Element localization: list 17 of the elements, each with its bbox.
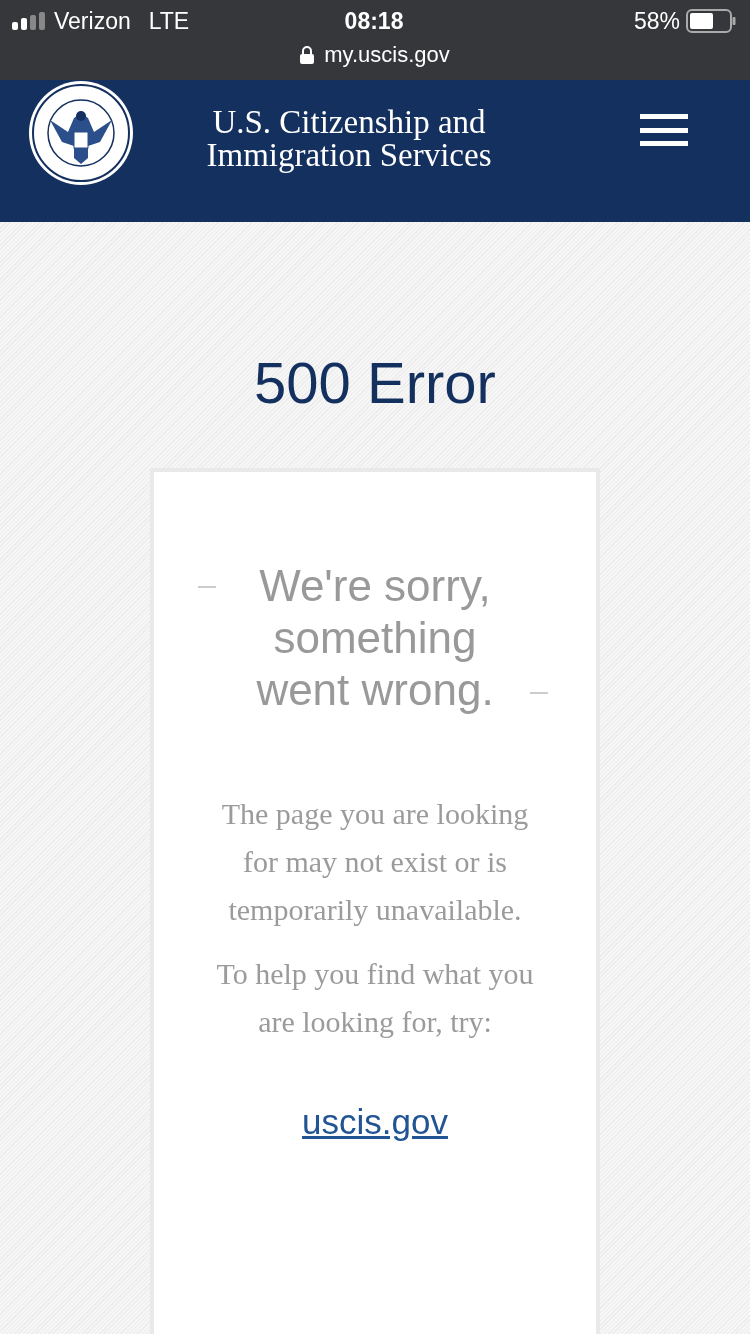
menu-button[interactable] [640,114,688,146]
network-type: LTE [148,7,190,35]
clock-time: 08:18 [344,7,404,35]
home-link[interactable]: uscis.gov [302,1102,448,1142]
battery-percent: 58% [633,7,680,35]
url-text[interactable]: my.uscis.gov [324,42,450,68]
battery-icon [686,9,736,33]
apology-heading: We're sorry, something went wrong. [255,560,495,716]
dash-mark [530,692,548,694]
carrier-name: Verizon [54,7,131,35]
error-message: To help you find what you are looking for, try: [215,956,535,1040]
error-message: The page you are looking for may not exist or is temporarily unavailable. [220,796,530,928]
agency-name: U.S. Citizenship and Immigration Services [205,106,493,172]
lock-icon [300,46,315,64]
signal-icon [12,12,46,30]
dash-mark [198,586,216,588]
error-title: 500 Error [254,350,496,416]
